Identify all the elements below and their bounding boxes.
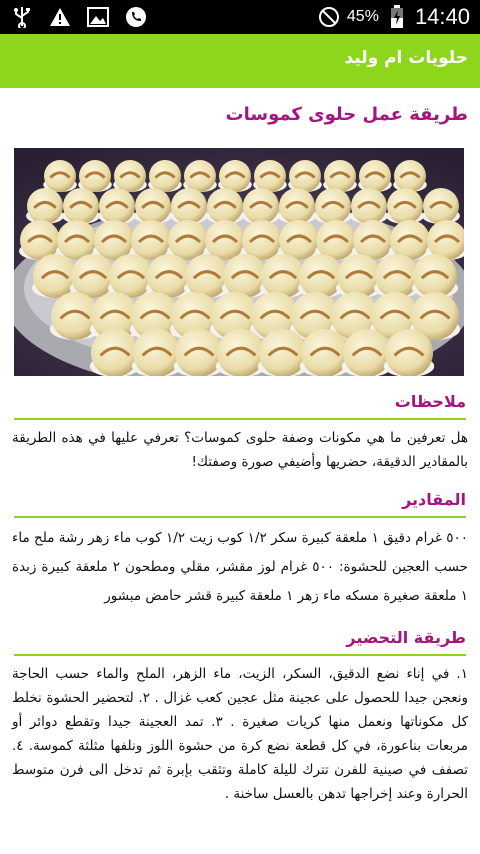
preparation-divider bbox=[14, 654, 466, 656]
ingredients-text: ٥٠٠ غرام دقيق ١ ملعقة كبيرة سكر ١/٢ كوب … bbox=[12, 530, 468, 604]
recipe-photo-illustration bbox=[14, 148, 464, 376]
app-title: حلويات ام وليد bbox=[344, 48, 468, 68]
no-sim-icon bbox=[317, 5, 341, 29]
app-bar: حلويات ام وليد bbox=[0, 34, 480, 88]
status-bar: 45% 14:40 bbox=[0, 0, 480, 34]
notes-divider bbox=[14, 418, 466, 420]
preparation-heading: طريقة التحضير bbox=[346, 628, 466, 647]
phone-icon bbox=[124, 5, 148, 29]
ingredients-divider bbox=[14, 516, 466, 518]
battery-charging-icon bbox=[385, 5, 409, 29]
status-bar-notifications bbox=[10, 5, 148, 29]
recipe-content[interactable]: طريقة عمل حلوى كموسات ملاحظات هل تعرفين … bbox=[0, 88, 480, 854]
recipe-photo bbox=[14, 148, 464, 376]
image-icon bbox=[86, 5, 110, 29]
clock: 14:40 bbox=[414, 4, 470, 29]
warning-icon bbox=[48, 5, 72, 29]
status-bar-system: 45% 14:40 bbox=[317, 4, 470, 30]
battery-percent: 45% bbox=[346, 8, 379, 25]
notes-text: هل تعرفين ما هي مكونات وصفة حلوى كموسات؟… bbox=[12, 430, 468, 470]
notes-heading: ملاحظات bbox=[394, 392, 466, 411]
ingredients-heading: المقادير bbox=[402, 490, 466, 509]
usb-icon bbox=[10, 5, 34, 29]
recipe-title: طريقة عمل حلوى كموسات bbox=[225, 104, 468, 125]
preparation-text: ١. في إناء نضع الدقيق، السكر، الزيت، ماء… bbox=[12, 666, 468, 802]
